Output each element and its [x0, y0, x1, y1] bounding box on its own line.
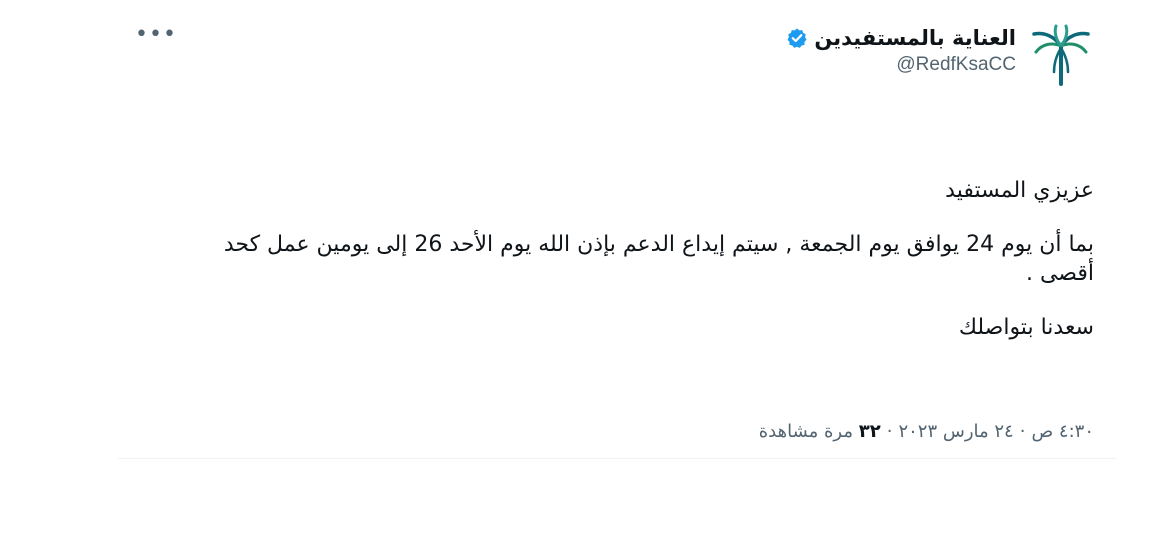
- tweet-line-closing: سعدنا بتواصلك: [958, 315, 1094, 340]
- views-label: مرة مشاهدة: [758, 421, 853, 442]
- palm-tree-logo-icon: [1032, 24, 1090, 86]
- tweet-time[interactable]: ٤:٣٠ ص: [1031, 421, 1094, 442]
- tweet-line-greeting: عزيزي المستفيد: [945, 178, 1094, 203]
- verified-badge-icon: [787, 28, 807, 48]
- author-handle[interactable]: @RedfKsaCC: [786, 52, 1016, 78]
- tweet-text: عزيزي المستفيد بما أن يوم 24 يوافق يوم ا…: [174, 176, 1094, 342]
- author-names: العناية بالمستفيدين @RedfKsaCC: [786, 22, 1016, 78]
- more-options-icon[interactable]: •••: [135, 22, 176, 47]
- separator: ·: [886, 421, 893, 442]
- views-count[interactable]: ٣٢: [859, 421, 881, 442]
- tweet-card: ••• العناية بالمستفيدين @RedfKsaCC عزيزي…: [118, 0, 1116, 460]
- avatar[interactable]: [1028, 22, 1094, 88]
- tweet-date[interactable]: ٢٤ مارس ٢٠٢٣: [898, 421, 1013, 442]
- tweet-line-message: بما أن يوم 24 يوافق يوم الجمعة , سيتم إي…: [223, 232, 1094, 286]
- tweet-header: العناية بالمستفيدين @RedfKsaCC: [786, 22, 1094, 92]
- divider: [118, 458, 1116, 459]
- separator: ·: [1019, 421, 1026, 442]
- tweet-meta: ٤:٣٠ ص·٢٤ مارس ٢٠٢٣·٣٢ مرة مشاهدة: [759, 420, 1094, 444]
- display-name-row: العناية بالمستفيدين: [786, 24, 1016, 52]
- display-name[interactable]: العناية بالمستفيدين: [814, 24, 1016, 52]
